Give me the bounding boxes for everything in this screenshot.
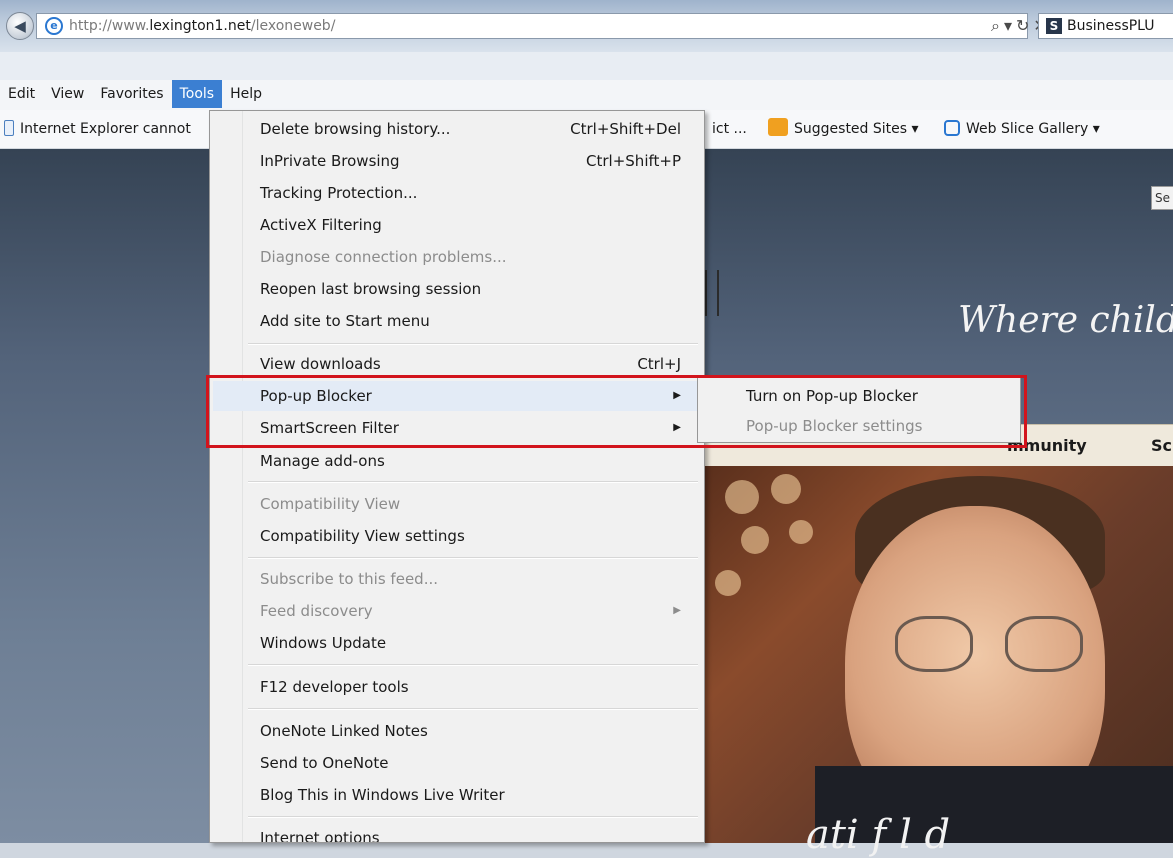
page-icon	[4, 120, 14, 136]
menu-item-internet-options[interactable]: Internet options	[213, 823, 701, 842]
menu-item-compatibility-view[interactable]: Compatibility View	[213, 489, 701, 519]
shortcut: Ctrl+Shift+P	[586, 152, 681, 170]
page-bottom-text-fragment: ati f l d	[806, 812, 951, 858]
menu-help[interactable]: Help	[222, 80, 270, 108]
hero-photo	[705, 466, 1173, 843]
menu-item-onenote-linked-notes[interactable]: OneNote Linked Notes	[213, 716, 701, 746]
menu-item-reopen-last-session[interactable]: Reopen last browsing session	[213, 274, 701, 304]
photo-bokeh	[715, 570, 741, 596]
site-logo-fragment	[705, 270, 719, 316]
photo-bokeh	[725, 480, 759, 514]
photo-glasses-right	[1005, 616, 1083, 672]
menu-item-tracking-protection[interactable]: Tracking Protection...	[213, 178, 701, 208]
site-tagline: Where childre	[958, 300, 1173, 341]
menu-item-inprivate-browsing[interactable]: InPrivate Browsing Ctrl+Shift+P	[213, 146, 701, 176]
shortcut: Ctrl+Shift+Del	[570, 120, 681, 138]
annotation-highlight-box	[206, 375, 1027, 448]
menu-item-f12-developer-tools[interactable]: F12 developer tools	[213, 672, 701, 702]
tab-label: BusinessPLU	[1067, 18, 1155, 34]
favorite-suggested-sites[interactable]: Suggested Sites ▾	[768, 110, 919, 148]
ie-page-icon	[944, 120, 960, 136]
bing-icon	[768, 118, 788, 136]
menu-item-feed-discovery[interactable]: Feed discovery ▶	[213, 596, 701, 626]
menu-item-blog-this[interactable]: Blog This in Windows Live Writer	[213, 780, 701, 810]
browser-tab-businessplus[interactable]: S BusinessPLU	[1038, 13, 1173, 39]
menu-separator	[248, 816, 698, 818]
tools-menu: Delete browsing history... Ctrl+Shift+Del…	[209, 110, 705, 843]
site-nav-next[interactable]: Sc	[1151, 425, 1172, 467]
menu-item-delete-browsing-history[interactable]: Delete browsing history... Ctrl+Shift+Del	[213, 114, 701, 144]
browser-titlebar: ◀ e http://www.lexington1.net/lexoneweb/…	[0, 0, 1173, 52]
menu-item-windows-update[interactable]: Windows Update	[213, 628, 701, 658]
businessplus-favicon-icon: S	[1046, 18, 1062, 34]
menu-item-diagnose-connection[interactable]: Diagnose connection problems...	[213, 242, 701, 272]
favorite-ie-warning[interactable]: Internet Explorer cannot	[4, 110, 191, 148]
photo-bokeh	[771, 474, 801, 504]
photo-bokeh	[741, 526, 769, 554]
menu-separator	[248, 481, 698, 483]
menu-separator	[248, 557, 698, 559]
menu-tools[interactable]: Tools	[171, 80, 223, 108]
menubar-spacer	[0, 52, 1173, 80]
menu-item-manage-add-ons[interactable]: Manage add-ons	[213, 446, 701, 476]
menubar: Edit View Favorites Tools Help	[0, 80, 1173, 111]
favorite-truncated-item[interactable]: ict ...	[712, 110, 747, 148]
menu-separator	[248, 664, 698, 666]
back-arrow-icon: ◀	[14, 17, 26, 35]
photo-glasses-left	[895, 616, 973, 672]
menu-item-send-to-onenote[interactable]: Send to OneNote	[213, 748, 701, 778]
menu-edit[interactable]: Edit	[0, 80, 43, 108]
menu-view[interactable]: View	[43, 80, 92, 108]
favorite-web-slice-gallery[interactable]: Web Slice Gallery ▾	[944, 110, 1100, 148]
menu-item-compatibility-view-settings[interactable]: Compatibility View settings	[213, 521, 701, 551]
address-bar[interactable]: e http://www.lexington1.net/lexoneweb/ ⌕…	[36, 13, 1047, 39]
menu-separator	[248, 708, 698, 710]
url-text[interactable]: http://www.lexington1.net/lexoneweb/	[69, 14, 335, 38]
back-button[interactable]: ◀	[6, 12, 34, 40]
menu-favorites[interactable]: Favorites	[92, 80, 171, 108]
site-search-button[interactable]: Se	[1151, 186, 1173, 210]
ie-logo-icon: e	[45, 17, 63, 35]
menu-item-activex-filtering[interactable]: ActiveX Filtering	[213, 210, 701, 240]
submenu-arrow-icon: ▶	[673, 605, 681, 616]
photo-bokeh	[789, 520, 813, 544]
menu-separator	[248, 343, 698, 345]
menu-item-subscribe-feed[interactable]: Subscribe to this feed...	[213, 564, 701, 594]
menu-item-add-site-start-menu[interactable]: Add site to Start menu	[213, 306, 701, 336]
